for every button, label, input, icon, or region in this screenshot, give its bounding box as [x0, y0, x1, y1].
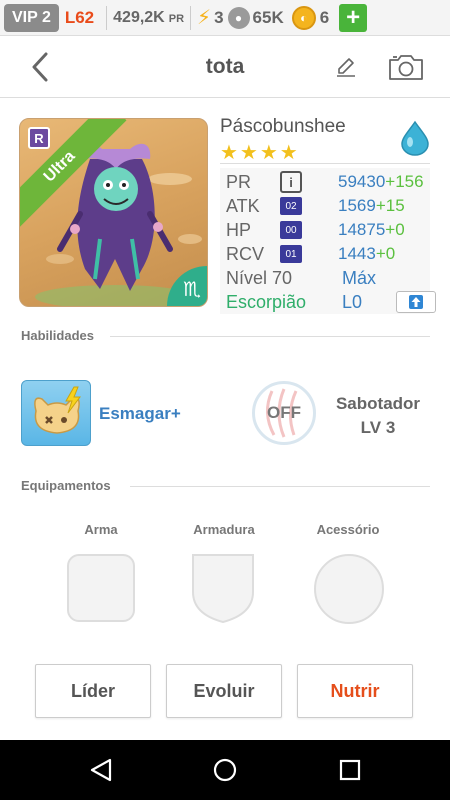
smash-skill-icon: [34, 386, 81, 434]
pencil-icon[interactable]: [335, 56, 357, 78]
skill-icon[interactable]: [21, 380, 91, 446]
active-skill-name[interactable]: Esmagar+: [99, 404, 181, 424]
arrow-up-icon: [409, 295, 423, 309]
stat-label: RCV: [226, 243, 265, 264]
coin-value: 6: [319, 7, 330, 27]
passive-state: OFF: [267, 403, 301, 422]
monster-name: Páscobunshee: [220, 116, 346, 137]
page-header: tota: [0, 36, 450, 98]
stat-row-atk: ATK 02 1569 +15: [226, 194, 430, 218]
stat-label: ATK: [226, 195, 260, 216]
stat-row-zodiac: Escorpião L0: [226, 290, 436, 314]
passive-skill-info[interactable]: Sabotador LV 3: [326, 392, 430, 440]
feed-button[interactable]: Nutrir: [297, 664, 413, 718]
level-label: Nível 70: [226, 267, 293, 288]
system-nav-bar: [0, 740, 450, 800]
camera-icon[interactable]: [388, 53, 424, 81]
leader-button[interactable]: Líder: [35, 664, 151, 718]
back-arrow-icon[interactable]: [26, 50, 56, 84]
coin-icon: ◐: [291, 5, 316, 30]
status-bar: VIP 2 L62 429,2K PR ⚡ 3 ● 65K ◐ 6 +: [0, 0, 450, 36]
stats-panel: PR i 59430 +156 ATK 02 1569 +15 HP 00 14…: [220, 168, 436, 314]
divider: [130, 486, 430, 487]
zodiac-label: Escorpião: [226, 291, 307, 312]
energy-value: 3: [214, 7, 224, 27]
monster-portrait[interactable]: Ultra R ♏: [19, 118, 208, 307]
evolve-button[interactable]: Evoluir: [166, 664, 282, 718]
divider: [190, 5, 192, 30]
vip-badge[interactable]: VIP 2: [4, 3, 59, 32]
nav-back-icon[interactable]: [88, 757, 114, 783]
slot-label-accessory: Acessório: [316, 522, 380, 537]
level-value: Máx: [342, 267, 377, 288]
paw-icon: ●: [227, 6, 250, 29]
nav-recent-apps-icon[interactable]: [338, 758, 362, 782]
food-value: 65K: [252, 7, 284, 27]
slot-label-armor: Armadura: [193, 522, 255, 537]
stat-row-level: Nível 70 Máx: [226, 266, 430, 290]
food-counter[interactable]: ● 65K: [227, 6, 284, 29]
divider: [106, 5, 108, 30]
stat-tag: 00: [280, 221, 302, 239]
passive-skill-toggle[interactable]: OFF: [252, 381, 316, 445]
stat-label: HP: [226, 219, 252, 240]
divider: [220, 163, 430, 164]
page-title: tota: [205, 54, 245, 78]
stat-row-pr: PR i 59430 +156: [226, 170, 430, 194]
stat-bonus: +156: [385, 172, 424, 191]
stat-label: PR: [226, 171, 252, 192]
weapon-slot[interactable]: [67, 554, 135, 622]
armor-slot[interactable]: [190, 552, 256, 624]
star-rating: ★★★★: [220, 142, 300, 164]
upgrade-button[interactable]: [396, 291, 436, 313]
stat-tag: 01: [280, 245, 302, 263]
stat-row-hp: HP 00 14875 +0: [226, 218, 430, 242]
player-level: L62: [64, 7, 95, 27]
passive-skill-name: Sabotador: [335, 394, 421, 413]
stat-bonus: +15: [375, 196, 405, 215]
energy-counter[interactable]: ⚡ 3: [197, 5, 224, 30]
info-icon[interactable]: i: [280, 171, 302, 193]
stat-value: 59430: [338, 172, 386, 191]
water-drop-icon: [401, 120, 429, 156]
section-title-equipment: Equipamentos: [21, 478, 111, 493]
power-unit: PR: [168, 12, 185, 25]
stat-tag: 02: [280, 197, 302, 215]
player-power: 429,2K PR: [113, 9, 184, 27]
section-title-skills: Habilidades: [21, 328, 94, 343]
stat-bonus: +0: [375, 244, 396, 263]
stat-value: 1443: [338, 244, 376, 263]
stat-value: 1569: [338, 196, 376, 215]
accessory-slot[interactable]: [314, 554, 384, 624]
stat-value: 14875: [338, 220, 386, 239]
stat-bonus: +0: [385, 220, 405, 239]
rarity-badge: R: [28, 127, 50, 149]
zodiac-level: L0: [342, 291, 363, 312]
power-value: 429,2K: [113, 8, 165, 26]
lightning-icon: ⚡: [197, 7, 212, 29]
nav-home-icon[interactable]: [212, 757, 238, 783]
divider: [110, 336, 430, 337]
add-coins-button[interactable]: +: [339, 3, 368, 32]
slot-label-weapon: Arma: [84, 522, 118, 537]
coin-counter[interactable]: ◐ 6: [291, 5, 333, 30]
stat-row-rcv: RCV 01 1443 +0: [226, 242, 430, 266]
passive-skill-level: LV 3: [360, 418, 396, 437]
